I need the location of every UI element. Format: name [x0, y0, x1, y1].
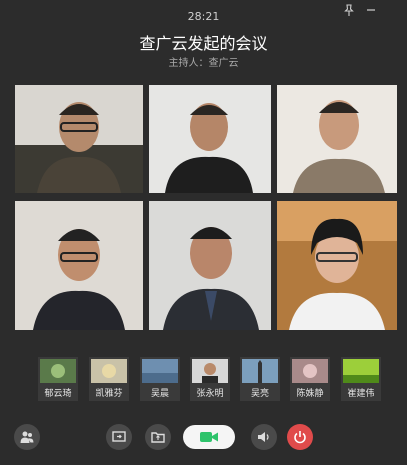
share-screen-button[interactable]	[106, 424, 132, 450]
participant-avatar	[292, 359, 328, 383]
participant-thumb[interactable]: 郁云琦	[38, 357, 78, 401]
speaker-icon	[258, 432, 269, 442]
participant-avatar	[192, 359, 228, 383]
participant-thumb[interactable]: 陈姝静	[290, 357, 330, 401]
participant-name: 崔建伟	[347, 389, 375, 399]
video-tile[interactable]	[15, 201, 143, 330]
video-tile[interactable]	[277, 85, 397, 193]
video-grid	[15, 85, 397, 330]
video-tile[interactable]	[149, 85, 271, 193]
video-tile[interactable]	[149, 201, 271, 330]
host-label: 主持人：查广云	[168, 58, 239, 69]
power-icon	[294, 431, 306, 444]
participant-name: 张永明	[196, 389, 224, 399]
participant-strip: 郁云琦 凯雅芬 吴晨 张永明 吴亮 陈姝静 崔建伟	[38, 357, 383, 401]
participant-name: 吴晨	[150, 389, 169, 399]
end-meeting-button[interactable]	[287, 424, 313, 450]
participant-thumb[interactable]: 凯雅芬	[89, 357, 129, 401]
participant-avatar	[40, 359, 76, 383]
video-tile[interactable]	[277, 201, 397, 330]
participant-name: 陈姝静	[296, 389, 324, 399]
video-tile[interactable]	[15, 85, 143, 193]
participant-avatar	[91, 359, 127, 383]
participant-name: 郁云琦	[44, 389, 72, 399]
share-screen-icon	[112, 431, 126, 442]
participant-avatar	[142, 359, 178, 383]
participant-thumb[interactable]: 张永明	[190, 357, 230, 401]
participant-name: 凯雅芬	[95, 389, 123, 399]
pin-icon[interactable]	[344, 4, 354, 19]
participant-thumb[interactable]: 吴晨	[140, 357, 180, 401]
file-share-icon	[151, 432, 165, 443]
participant-thumb[interactable]: 崔建伟	[341, 357, 381, 401]
camera-icon	[200, 432, 218, 442]
participant-name: 吴亮	[250, 389, 269, 399]
members-icon	[20, 431, 34, 443]
members-button[interactable]	[14, 424, 40, 450]
minimize-icon[interactable]	[366, 4, 376, 19]
meeting-title: 查广云发起的会议	[139, 34, 268, 53]
participant-avatar	[242, 359, 278, 383]
file-share-button[interactable]	[145, 424, 171, 450]
participant-avatar	[343, 359, 379, 383]
camera-button[interactable]	[183, 425, 235, 449]
participant-thumb[interactable]: 吴亮	[240, 357, 280, 401]
speaker-button[interactable]	[251, 424, 277, 450]
